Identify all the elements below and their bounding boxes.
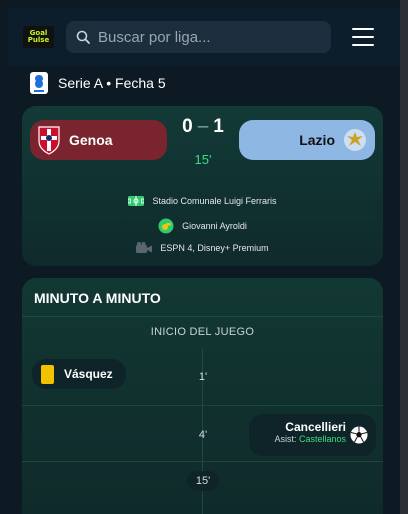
event-assist: Asist: Castellanos (274, 434, 346, 444)
assist-player: Castellanos (298, 434, 346, 444)
home-score: 0 (182, 116, 193, 137)
app-frame: Goal Pulse Serie A • Fecha 5 (0, 0, 400, 514)
event-minute: 1' (198, 371, 208, 383)
broadcast-channels: ESPN 4, Disney+ Premium (160, 243, 269, 253)
stadium-info: Stadio Comunale Luigi Ferraris (22, 196, 383, 206)
timeline-divider (22, 316, 383, 317)
soccer-ball-icon (350, 426, 368, 444)
league-title: Serie A • Fecha 5 (58, 75, 166, 91)
goal-text: Cancellieri Asist: Castellanos (274, 420, 346, 444)
menu-line (352, 44, 374, 46)
timeline-title: MINUTO A MINUTO (34, 290, 161, 306)
whistle-icon (158, 218, 174, 234)
event-goal[interactable]: Cancellieri Asist: Castellanos (249, 414, 376, 456)
event-yellow-card[interactable]: Vásquez (32, 359, 126, 389)
search-bar[interactable] (66, 21, 331, 53)
goalpulse-logo[interactable]: Goal Pulse (23, 26, 54, 48)
home-team-name: Genoa (69, 132, 113, 148)
top-bar: Goal Pulse (8, 8, 400, 66)
away-team-badge[interactable]: Lazio (239, 120, 375, 160)
genoa-crest-icon (38, 126, 60, 155)
league-header[interactable]: Serie A • Fecha 5 (30, 72, 166, 94)
timeline-panel: MINUTO A MINUTO INICIO DEL JUEGO Vásquez… (22, 278, 383, 514)
stadium-name: Stadio Comunale Luigi Ferraris (152, 196, 277, 206)
search-input[interactable] (98, 28, 318, 46)
event-player: Cancellieri (285, 420, 346, 434)
menu-line (352, 36, 374, 38)
assist-label: Asist: (274, 434, 297, 444)
scoreboard: 0–1 (172, 116, 234, 138)
away-score: 1 (213, 116, 224, 137)
score-separator: – (197, 116, 209, 137)
yellow-card-icon (41, 364, 54, 384)
stadium-icon (128, 196, 145, 206)
scrollbar[interactable] (400, 0, 408, 514)
serie-a-logo-icon (30, 72, 48, 94)
logo-text-bottom: Pulse (27, 36, 50, 44)
menu-line (352, 28, 374, 30)
current-minute-pill: 15' (187, 471, 219, 491)
hamburger-menu-icon[interactable] (352, 28, 374, 46)
home-team-badge[interactable]: Genoa (30, 120, 167, 160)
referee-info: Giovanni Ayroldi (22, 218, 383, 234)
event-minute: 4' (198, 429, 208, 441)
match-minute: 15' (194, 152, 212, 167)
match-card[interactable]: Genoa 0–1 15' Lazio Stadio Comunale Luig… (22, 106, 383, 266)
event-player: Vásquez (64, 367, 113, 381)
search-icon (76, 30, 90, 44)
timeline-row-divider (22, 405, 383, 406)
kickoff-label: INICIO DEL JUEGO (150, 326, 255, 338)
timeline-row-divider (22, 461, 383, 462)
broadcast-info: ESPN 4, Disney+ Premium (22, 242, 383, 254)
video-camera-icon (136, 242, 153, 253)
away-team-name: Lazio (299, 132, 335, 148)
referee-name: Giovanni Ayroldi (182, 221, 247, 231)
lazio-crest-icon (344, 129, 366, 151)
